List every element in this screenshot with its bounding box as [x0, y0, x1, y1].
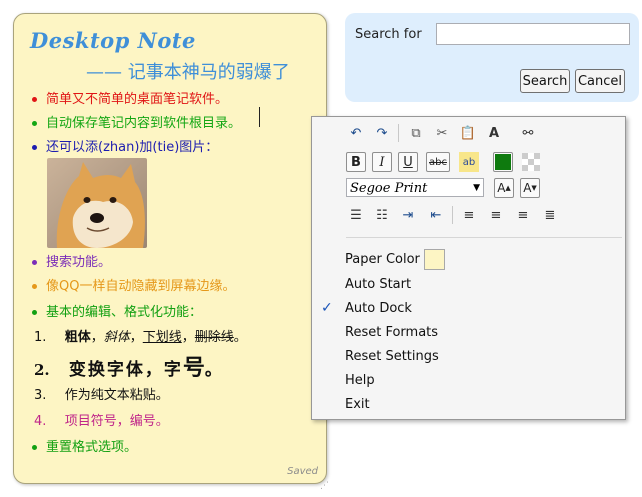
bullet-icon — [32, 284, 37, 289]
text-cursor — [259, 107, 260, 127]
copy-icon[interactable]: ⧉ — [406, 123, 426, 143]
list-item: 2. 变换字体，字号。 — [34, 350, 222, 382]
align-left-icon[interactable]: ≡ — [459, 205, 479, 225]
toolbar-separator — [398, 124, 399, 142]
align-right-icon[interactable]: ≡ — [513, 205, 533, 225]
bullet-text: 重置格式选项。 — [46, 440, 138, 455]
bullet-text: 自动保存笔记内容到软件根目录。 — [46, 116, 242, 131]
redo-icon[interactable]: ↷ — [372, 123, 392, 143]
search-panel: Search for Search Cancel — [345, 13, 639, 102]
list-item: 基本的编辑、格式化功能： — [28, 301, 202, 325]
numbering-icon[interactable]: ☷ — [372, 205, 392, 225]
toolbar-separator — [452, 206, 453, 224]
underline-sample: 下划线 — [142, 330, 182, 345]
search-input[interactable] — [436, 23, 630, 45]
menu-item-help[interactable]: Help — [345, 373, 375, 388]
bullet-icon — [32, 310, 37, 315]
strikethrough-icon[interactable]: abc — [426, 152, 450, 172]
resize-grip-icon[interactable]: ⋰ — [320, 481, 332, 493]
list-item: 1. 粗体，斜体，下划线，删除线。 — [34, 326, 247, 345]
item-number: 2. — [34, 361, 50, 379]
item-number: 4. — [34, 414, 47, 429]
bullet-text: 像QQ一样自动隐藏到屏幕边缘。 — [46, 279, 236, 294]
italic-sample: 斜体 — [103, 330, 130, 345]
separator: 。 — [233, 330, 247, 345]
paste-text-icon[interactable]: A — [484, 123, 504, 143]
font-name-value: Segoe Print — [350, 181, 428, 196]
item-text: 作为纯文本粘贴。 — [64, 388, 169, 403]
big-size-sample: 号 — [182, 355, 205, 381]
note-subtitle: —— 记事本神马的弱爆了 — [86, 62, 290, 83]
bullets-icon[interactable]: ☰ — [346, 205, 366, 225]
italic-icon[interactable]: I — [372, 152, 392, 172]
highlight-icon[interactable]: ab — [459, 152, 479, 172]
bold-icon[interactable]: B — [346, 152, 366, 172]
list-item: 自动保存笔记内容到软件根目录。 — [28, 112, 241, 136]
list-item: 像QQ一样自动隐藏到屏幕边缘。 — [28, 275, 235, 299]
search-label: Search for — [355, 27, 422, 42]
list-item: 还可以添(zhan)加(tie)图片： — [28, 136, 218, 160]
list-item: 简单又不简单的桌面笔记软件。 — [28, 88, 228, 112]
cut-icon[interactable]: ✂ — [432, 123, 452, 143]
grow-font-icon[interactable]: A ▲ — [494, 178, 514, 198]
paste-icon[interactable]: 📋 — [458, 123, 478, 143]
menu-item-exit[interactable]: Exit — [345, 397, 370, 412]
clear-color-icon[interactable] — [521, 152, 541, 172]
list-item: 3. 作为纯文本粘贴。 — [34, 384, 169, 403]
list-item: 重置格式选项。 — [28, 436, 137, 460]
note-panel[interactable]: Desktop Note —— 记事本神马的弱爆了 简单又不简单的桌面笔记软件。… — [13, 13, 327, 484]
menu-item-paper-color[interactable]: Paper Color — [345, 252, 420, 267]
list-item: 搜索功能。 — [28, 251, 111, 275]
bullet-text: 基本的编辑、格式化功能： — [46, 305, 203, 320]
separator: ， — [181, 330, 195, 345]
checkmark-icon: ✓ — [321, 300, 333, 316]
menu-divider — [346, 237, 622, 238]
outdent-icon[interactable]: ⇤ — [426, 205, 446, 225]
saved-status: Saved — [287, 466, 318, 477]
bullet-text: 简单又不简单的桌面笔记软件。 — [46, 92, 229, 107]
menu-item-auto-start[interactable]: Auto Start — [345, 277, 411, 292]
item-number: 3. — [34, 388, 47, 403]
bullet-icon — [32, 97, 37, 102]
find-icon[interactable]: ⚯ — [518, 123, 538, 143]
menu-item-reset-settings[interactable]: Reset Settings — [345, 349, 439, 364]
indent-icon[interactable]: ⇥ — [398, 205, 418, 225]
bold-sample: 粗体 — [64, 330, 91, 345]
separator: ， — [129, 330, 143, 345]
bullet-text: 搜索功能。 — [46, 255, 112, 270]
align-center-icon[interactable]: ≡ — [486, 205, 506, 225]
paper-color-swatch[interactable] — [424, 249, 445, 270]
bullet-icon — [32, 121, 37, 126]
item-text: 项目符号，编号。 — [64, 414, 169, 429]
justify-icon[interactable]: ≣ — [540, 205, 560, 225]
menu-item-auto-dock[interactable]: Auto Dock — [345, 301, 412, 316]
shrink-font-icon[interactable]: A ▼ — [520, 178, 540, 198]
chevron-down-icon: ▼ — [473, 183, 480, 193]
bullet-icon — [32, 445, 37, 450]
cancel-button[interactable]: Cancel — [575, 69, 625, 93]
bullet-icon — [32, 260, 37, 265]
separator: 。 — [204, 360, 222, 380]
underline-icon[interactable]: U — [398, 152, 418, 172]
search-button[interactable]: Search — [520, 69, 570, 93]
note-title: Desktop Note — [30, 28, 196, 53]
context-menu: ↶ ↷ ⧉ ✂ 📋 A ⚯ B I U abc ab Segoe Print ▼… — [311, 116, 626, 420]
doge-image — [47, 158, 147, 248]
list-item: 4. 项目符号，编号。 — [34, 410, 169, 429]
strikethrough-sample: 删除线 — [194, 330, 234, 345]
item-number: 1. — [34, 330, 47, 345]
font-color-icon[interactable] — [493, 152, 513, 172]
bullet-text: 还可以添(zhan)加(tie)图片： — [46, 140, 219, 155]
undo-icon[interactable]: ↶ — [346, 123, 366, 143]
menu-item-reset-formats[interactable]: Reset Formats — [345, 325, 438, 340]
bullet-icon — [32, 145, 37, 150]
separator: ， — [90, 330, 104, 345]
font-sample: 变换字体，字 — [68, 360, 183, 380]
font-name-select[interactable]: Segoe Print ▼ — [346, 178, 484, 197]
